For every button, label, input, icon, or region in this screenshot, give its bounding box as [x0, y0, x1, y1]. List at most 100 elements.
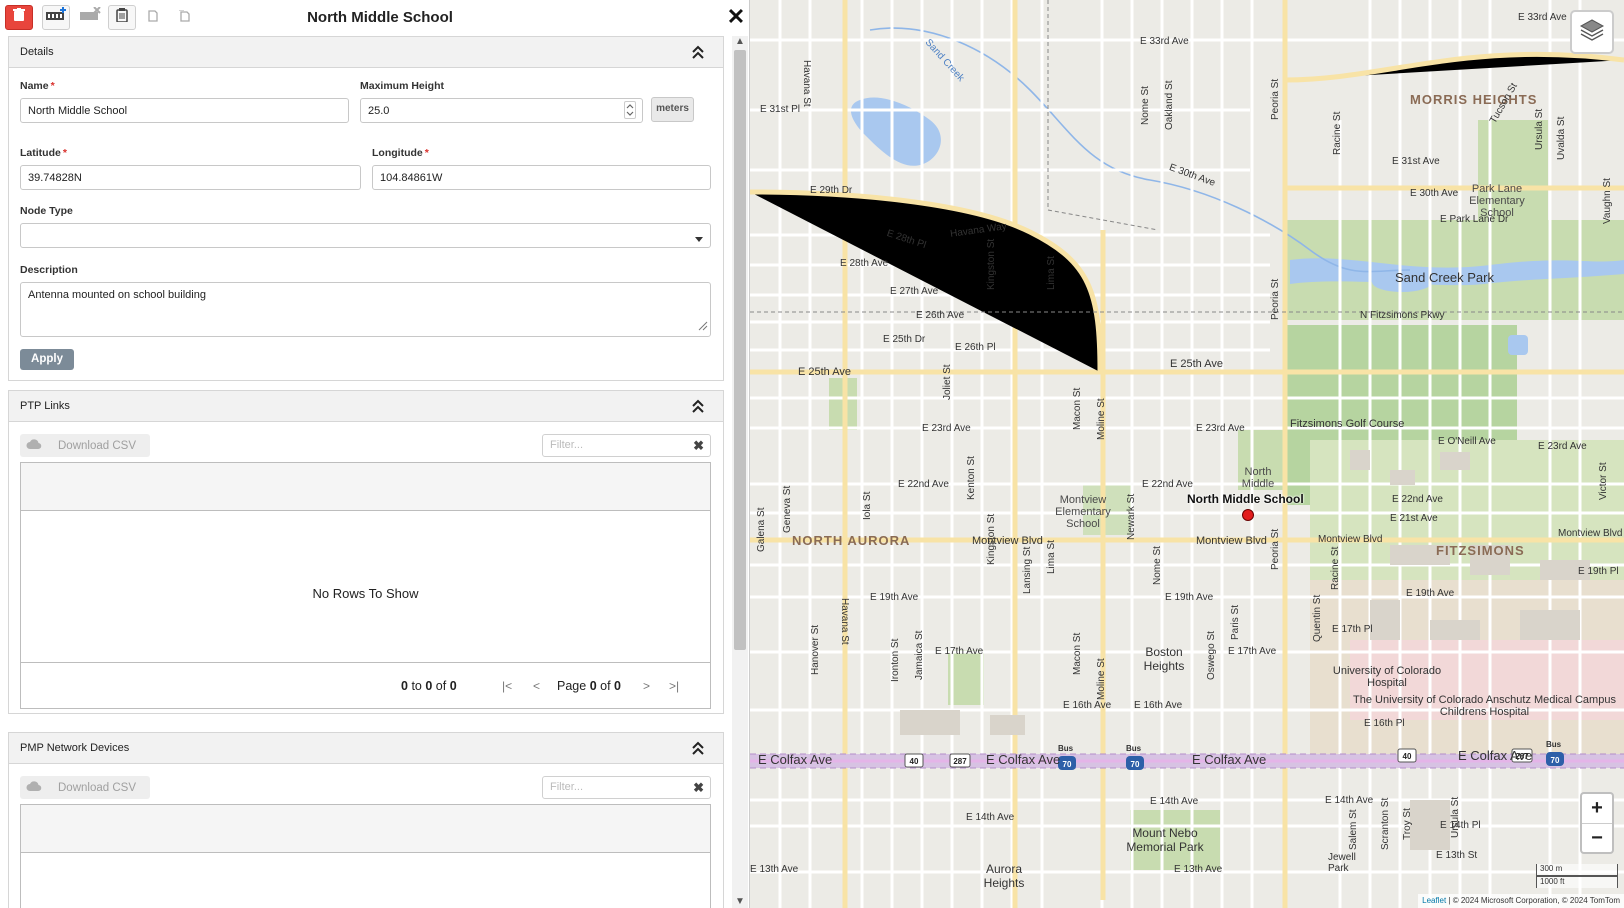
attribution-text: | © 2024 Microsoft Corporation, © 2024 T…	[1448, 896, 1620, 905]
zoom-in-button[interactable]: +	[1582, 794, 1612, 823]
map-street-label: Paris St	[1230, 604, 1241, 640]
grid-pagination: 0 to 0 of 0 |< < Page 0 of 0 > >|	[21, 662, 710, 708]
map-street-label: E 25th Ave	[1170, 358, 1224, 370]
site-marker[interactable]	[1242, 509, 1254, 521]
map-street-label: Nome St	[1140, 86, 1151, 125]
map-street-label: E O'Neill Ave	[1438, 436, 1496, 447]
shield-40: 40	[1403, 752, 1412, 761]
ptp-links-grid: No Rows To Show 0 to 0 of 0 |< < Page 0 …	[20, 462, 711, 709]
map-street-label: E 14th Ave	[966, 812, 1015, 823]
next-page-icon[interactable]: >	[643, 679, 650, 693]
map-view[interactable]: 40 287 70 70 40 287 70 MORRIS HEIGHTS NO…	[750, 0, 1624, 908]
map-street-label: Moline St	[1096, 398, 1107, 440]
zoom-out-button[interactable]: −	[1582, 823, 1612, 852]
map-street-label: Uvalda St	[1556, 116, 1567, 160]
map-street-label: E 25th Dr	[883, 334, 926, 345]
map-street-label: N Fitzsimons Pkwy	[1360, 310, 1445, 321]
map-street-label: Vaughn St	[1602, 178, 1613, 224]
unit-button[interactable]: meters	[651, 97, 694, 122]
clear-filter-icon[interactable]: ✖	[693, 780, 704, 796]
delete-button[interactable]	[5, 5, 33, 30]
name-input[interactable]: North Middle School	[20, 98, 349, 123]
map-street-label: E 26th Pl	[955, 342, 996, 353]
panel-scrollbar[interactable]: ▲ ▼	[732, 36, 748, 908]
description-label: Description	[20, 264, 78, 276]
map-street-label: E 17th Ave	[935, 646, 984, 657]
map-street-label: E 19th Ave	[1165, 592, 1214, 603]
shield-287: 287	[953, 757, 967, 766]
map-street-label: E Colfax Ave	[1192, 752, 1267, 767]
ptp-links-title: PTP Links	[20, 400, 70, 412]
map-street-label: E 30th Ave	[1410, 188, 1459, 199]
node-type-label: Node Type	[20, 205, 73, 217]
apply-button[interactable]: Apply	[20, 349, 74, 370]
file-icon	[148, 9, 158, 27]
resize-handle-icon[interactable]	[698, 321, 708, 334]
max-height-value: 25.0	[368, 105, 390, 117]
remove-tower-button[interactable]	[76, 5, 104, 30]
map-street-label: Lansing St	[1022, 546, 1033, 594]
first-page-icon[interactable]: |<	[502, 679, 512, 693]
map-street-label: Ursula St	[1450, 796, 1461, 838]
close-icon[interactable]: ✕	[725, 6, 747, 28]
map-street-label: Montview Blvd	[972, 535, 1043, 547]
map-street-label: Nome St	[1152, 546, 1163, 585]
add-tower-button[interactable]	[42, 5, 70, 30]
grid-empty-message: No Rows To Show	[312, 586, 419, 601]
map-area-label: NORTH AURORA	[792, 533, 911, 548]
map-street-label: E 23rd Ave	[1196, 423, 1245, 434]
map-scale: 300 m 1000 ft	[1536, 864, 1618, 888]
pmp-devices-card: PMP Network Devices Download CSV Filter.…	[8, 732, 724, 908]
map-street-label: E 13th St	[1436, 850, 1478, 861]
map-street-label: E 29th Dr	[810, 185, 853, 196]
panel-scroll-area[interactable]: Details Name * North Middle School Maximu…	[0, 36, 750, 908]
max-height-input[interactable]: 25.0	[360, 98, 643, 123]
description-textarea[interactable]: Antenna mounted on school building	[20, 282, 711, 337]
scroll-up-icon[interactable]: ▲	[734, 36, 746, 48]
scroll-down-icon[interactable]: ▼	[734, 896, 746, 908]
grid-header	[21, 463, 710, 511]
map-street-label: Kenton St	[966, 456, 977, 500]
pmp-devices-header[interactable]: PMP Network Devices	[9, 733, 723, 764]
map-attribution: Leaflet | © 2024 Microsoft Corporation, …	[1418, 894, 1624, 908]
last-page-icon[interactable]: >|	[669, 679, 679, 693]
map-street-label: E 25th Ave	[798, 366, 852, 378]
marker-label: North Middle School	[1187, 492, 1304, 506]
ptp-filter-input[interactable]: Filter... ✖	[542, 434, 711, 457]
download-csv-button[interactable]: Download CSV	[20, 434, 150, 457]
clear-filter-icon[interactable]: ✖	[693, 438, 704, 454]
copy-button[interactable]	[139, 5, 167, 30]
map-street-label: E 13th Ave	[1174, 864, 1223, 875]
scale-metric: 300 m	[1536, 864, 1618, 876]
leaflet-link[interactable]: Leaflet	[1422, 896, 1446, 905]
map-street-label: E 19th Ave	[1406, 588, 1455, 599]
grid-header	[21, 805, 710, 853]
map-place-label: Aurora Heights	[983, 862, 1025, 890]
map-street-label: E 17th Pl	[1332, 624, 1373, 635]
map-street-label: E 22nd Ave	[1142, 479, 1193, 490]
collapse-icon[interactable]	[691, 398, 705, 414]
node-type-select[interactable]	[20, 223, 711, 248]
collapse-icon[interactable]	[691, 740, 705, 756]
download-csv-button[interactable]: Download CSV	[20, 776, 150, 799]
map-street-label: Racine St	[1332, 111, 1343, 155]
map-street-label: E 19th Ave	[870, 592, 919, 603]
details-header[interactable]: Details	[9, 37, 723, 68]
latitude-input[interactable]: 39.74828N	[20, 165, 361, 190]
collapse-icon[interactable]	[691, 44, 705, 60]
prev-page-icon[interactable]: <	[533, 679, 540, 693]
bus-label: Bus	[1058, 744, 1074, 753]
map-area-label: MORRIS HEIGHTS	[1410, 92, 1538, 107]
number-spinner-icon[interactable]	[624, 101, 636, 119]
map-street-label: Montview Blvd	[1558, 528, 1623, 539]
bus-label: Bus	[1126, 744, 1142, 753]
scrollbar-thumb[interactable]	[734, 50, 746, 650]
ptp-links-header[interactable]: PTP Links	[9, 391, 723, 422]
longitude-input[interactable]: 104.84861W	[372, 165, 711, 190]
shield-70: 70	[1063, 760, 1072, 769]
paste-button[interactable]	[170, 5, 198, 30]
layers-button[interactable]	[1570, 10, 1614, 54]
pmp-filter-input[interactable]: Filter... ✖	[542, 776, 711, 799]
clipboard-button[interactable]	[108, 5, 136, 30]
map-place-label: Sand Creek Park	[1395, 270, 1494, 285]
